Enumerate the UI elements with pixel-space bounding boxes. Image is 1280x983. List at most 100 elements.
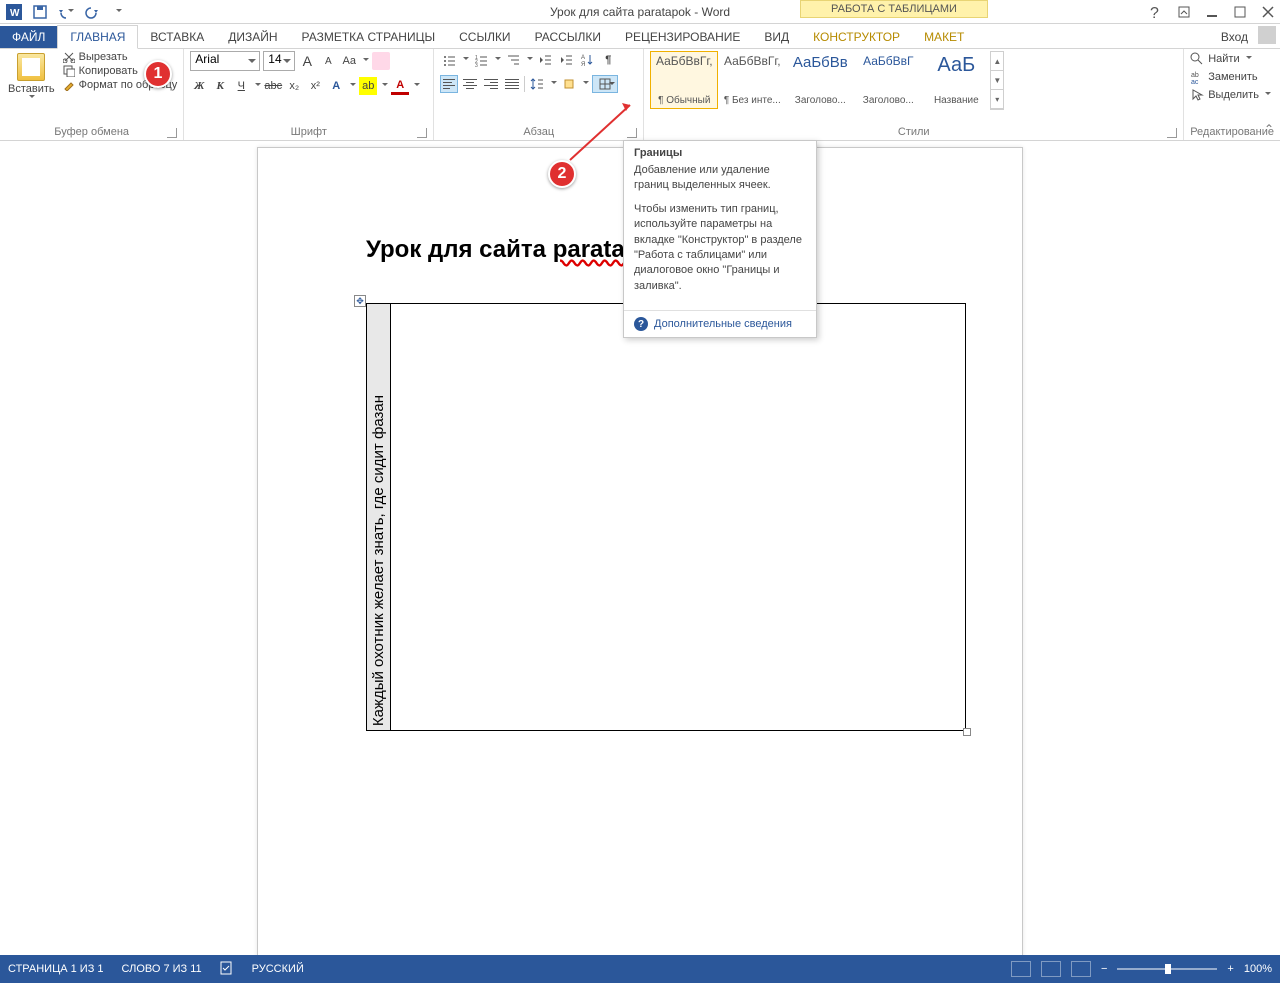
status-proofing-icon[interactable] (220, 961, 234, 978)
contextual-tools-label: РАБОТА С ТАБЛИЦАМИ (800, 0, 988, 18)
highlight-button[interactable]: ab (359, 77, 377, 95)
undo-icon[interactable] (58, 4, 74, 20)
tab-review[interactable]: РЕЦЕНЗИРОВАНИЕ (613, 26, 752, 48)
tab-view[interactable]: ВИД (752, 26, 801, 48)
align-center-button[interactable] (461, 75, 479, 93)
shrink-font-button[interactable]: A (319, 52, 337, 70)
tab-insert[interactable]: ВСТАВКА (138, 26, 216, 48)
collapse-ribbon-icon[interactable]: ⌃ (1264, 122, 1274, 136)
find-button[interactable]: Найти (1190, 51, 1251, 67)
text-effects-button[interactable]: A (327, 77, 345, 95)
style-title[interactable]: АаБНазвание (922, 51, 990, 109)
tooltip-desc2: Чтобы изменить тип границ, используйте п… (634, 202, 806, 294)
increase-indent-button[interactable] (557, 51, 575, 69)
style-no-spacing[interactable]: АаБбВвГг,¶ Без инте... (718, 51, 786, 109)
status-words[interactable]: СЛОВО 7 ИЗ 11 (122, 963, 202, 975)
tab-file[interactable]: ФАЙЛ (0, 26, 57, 48)
ribbon-display-icon[interactable] (1178, 5, 1192, 19)
save-icon[interactable] (32, 4, 48, 20)
numbering-button[interactable]: 123 (472, 51, 490, 69)
multilevel-button[interactable] (504, 51, 522, 69)
view-print-icon[interactable] (1041, 961, 1061, 977)
callout-2: 2 (548, 160, 576, 188)
font-color-button[interactable]: A (391, 77, 409, 95)
change-case-button[interactable]: Aa (340, 52, 358, 70)
borders-button[interactable] (592, 75, 618, 93)
window-title: Урок для сайта paratapok - Word (550, 5, 730, 19)
zoom-in-button[interactable]: + (1227, 963, 1233, 975)
status-bar: СТРАНИЦА 1 ИЗ 1 СЛОВО 7 ИЗ 11 РУССКИЙ − … (0, 955, 1280, 983)
svg-text:A: A (581, 55, 585, 61)
scroll-down-icon[interactable]: ▼ (991, 71, 1003, 90)
document-table[interactable]: Каждый охотник желает знать, где сидит ф… (366, 303, 966, 731)
close-icon[interactable] (1262, 5, 1276, 19)
grow-font-button[interactable]: A (298, 52, 316, 70)
vertical-text[interactable]: Каждый охотник желает знать, где сидит ф… (370, 395, 387, 726)
align-left-button[interactable] (440, 75, 458, 93)
styles-more-icon[interactable]: ▾ (991, 90, 1003, 109)
zoom-out-button[interactable]: − (1101, 963, 1107, 975)
title-bar: W Урок для сайта paratapok - Word РАБОТА… (0, 0, 1280, 24)
underline-button[interactable]: Ч (232, 77, 250, 95)
zoom-slider[interactable] (1117, 968, 1217, 970)
style-heading2[interactable]: АаБбВвГЗаголово... (854, 51, 922, 109)
font-launcher-icon[interactable] (417, 128, 427, 138)
zoom-level[interactable]: 100% (1244, 963, 1272, 975)
clear-format-button[interactable] (372, 52, 390, 70)
decrease-indent-button[interactable] (536, 51, 554, 69)
font-name-combo[interactable]: Arial (190, 51, 260, 71)
replace-button[interactable]: abacЗаменить (1190, 69, 1257, 85)
styles-scroll[interactable]: ▲▼▾ (990, 51, 1004, 110)
tab-home[interactable]: ГЛАВНАЯ (57, 25, 138, 49)
replace-icon: abac (1190, 70, 1204, 84)
tab-table-layout[interactable]: МАКЕТ (912, 26, 976, 48)
style-normal[interactable]: АаБбВвГг,¶ Обычный (650, 51, 718, 109)
tab-mailings[interactable]: РАССЫЛКИ (523, 26, 613, 48)
tab-references[interactable]: ССЫЛКИ (447, 26, 522, 48)
status-language[interactable]: РУССКИЙ (252, 963, 304, 975)
strike-button[interactable]: abc (264, 77, 282, 95)
status-page[interactable]: СТРАНИЦА 1 ИЗ 1 (8, 963, 104, 975)
view-web-icon[interactable] (1071, 961, 1091, 977)
superscript-button[interactable]: x² (306, 77, 324, 95)
maximize-icon[interactable] (1234, 5, 1248, 19)
svg-text:W: W (10, 8, 20, 19)
borders-icon (599, 78, 611, 90)
scroll-up-icon[interactable]: ▲ (991, 52, 1003, 71)
style-heading1[interactable]: АаБбВвЗаголово... (786, 51, 854, 109)
callout-1: 1 (144, 60, 172, 88)
font-size-combo[interactable]: 14 (263, 51, 295, 71)
subscript-button[interactable]: x₂ (285, 77, 303, 95)
bullets-button[interactable] (440, 51, 458, 69)
paragraph-launcher-icon[interactable] (627, 128, 637, 138)
table-resize-handle[interactable] (963, 728, 971, 736)
qat-customize-icon[interactable] (110, 4, 126, 20)
clipboard-launcher-icon[interactable] (167, 128, 177, 138)
help-circle-icon: ? (634, 317, 648, 331)
show-marks-button[interactable]: ¶ (599, 51, 617, 69)
bold-button[interactable]: Ж (190, 77, 208, 95)
paste-button[interactable]: Вставить (6, 51, 57, 103)
styles-launcher-icon[interactable] (1167, 128, 1177, 138)
line-spacing-button[interactable] (528, 75, 546, 93)
find-icon (1190, 52, 1204, 66)
align-justify-button[interactable] (503, 75, 521, 93)
tab-design[interactable]: ДИЗАЙН (216, 26, 289, 48)
signin-link[interactable]: Вход (1217, 26, 1252, 48)
svg-text:Я: Я (581, 62, 585, 67)
italic-button[interactable]: К (211, 77, 229, 95)
tab-table-design[interactable]: КОНСТРУКТОР (801, 26, 912, 48)
tab-layout[interactable]: РАЗМЕТКА СТРАНИЦЫ (290, 26, 448, 48)
redo-icon[interactable] (84, 4, 100, 20)
table-cell-vertical[interactable]: Каждый охотник желает знать, где сидит ф… (367, 304, 391, 730)
table-move-handle[interactable]: ✥ (354, 295, 366, 307)
shading-button[interactable] (560, 75, 578, 93)
sort-button[interactable]: AЯ (578, 51, 596, 69)
minimize-icon[interactable] (1206, 5, 1220, 19)
tooltip-help-link[interactable]: ? Дополнительные сведения (624, 310, 816, 337)
select-button[interactable]: Выделить (1190, 87, 1271, 103)
view-read-icon[interactable] (1011, 961, 1031, 977)
help-icon[interactable]: ? (1150, 5, 1164, 19)
align-right-button[interactable] (482, 75, 500, 93)
avatar[interactable] (1258, 26, 1276, 44)
